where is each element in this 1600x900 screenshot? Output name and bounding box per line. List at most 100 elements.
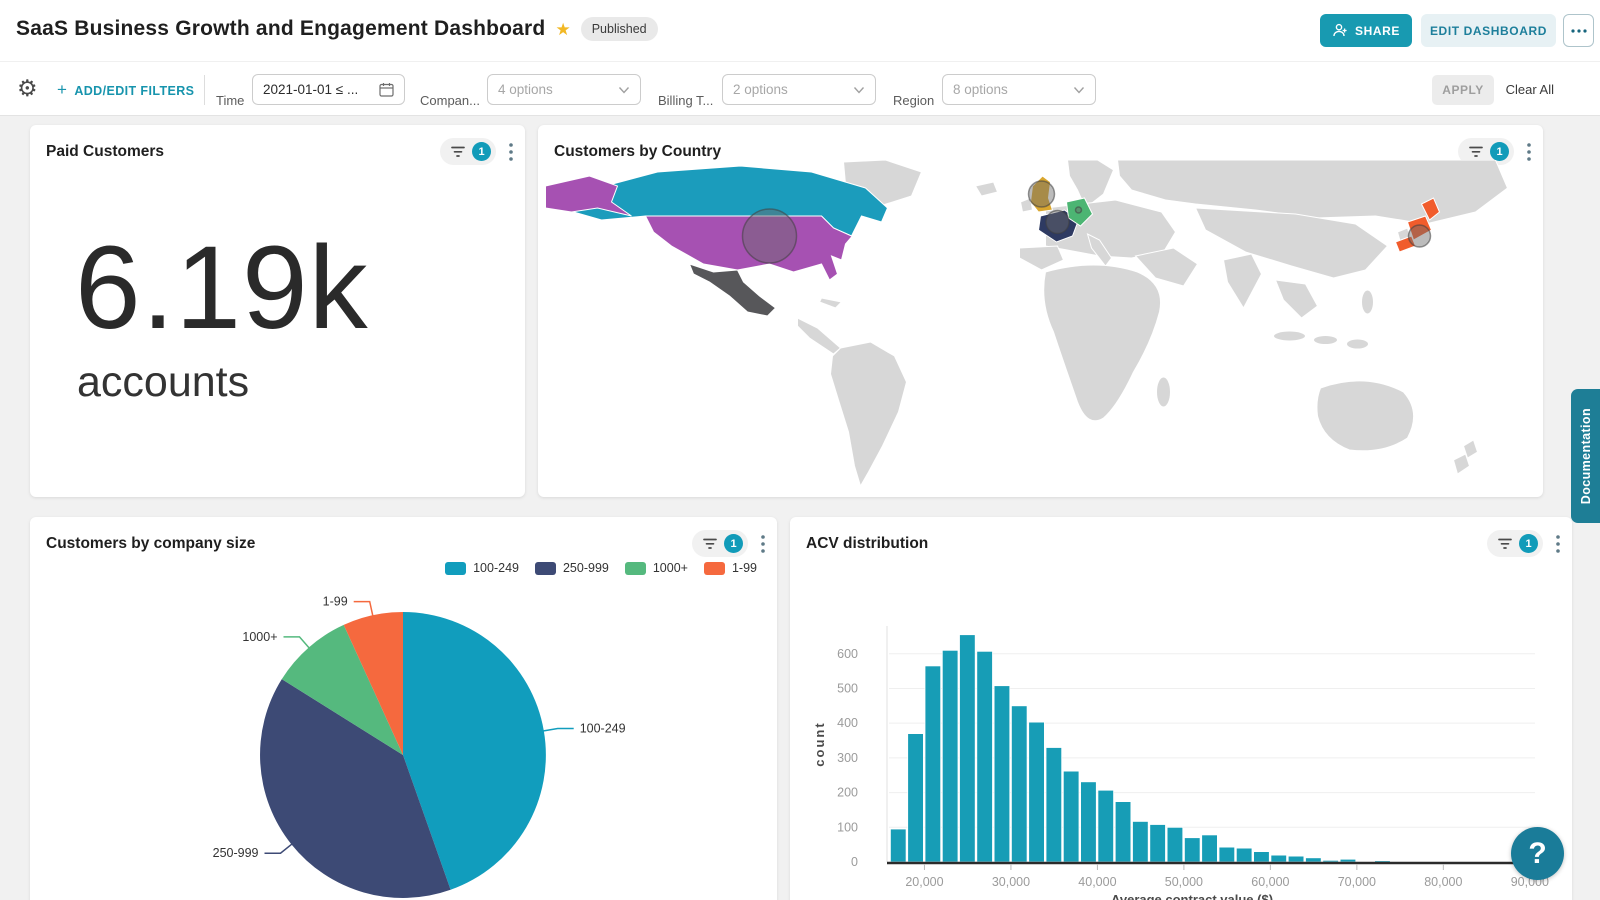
pie-label-250-999: 250-999	[213, 846, 259, 860]
landmass-se-asia	[1276, 280, 1318, 318]
share-person-icon	[1332, 23, 1348, 38]
clear-all-button[interactable]: Clear All	[1506, 82, 1554, 97]
favorite-star-icon[interactable]: ★	[555, 21, 570, 38]
y-axis-title: count	[812, 721, 827, 766]
filter-settings-gear-icon[interactable]: ⚙	[17, 77, 38, 100]
world-map-chart	[538, 160, 1543, 497]
hist-bar[interactable]	[994, 686, 1010, 862]
landmass-iceland	[976, 182, 998, 196]
hist-bar[interactable]	[1098, 790, 1114, 862]
pie-label-1-99: 1-99	[323, 595, 348, 609]
x-axis-title: Average contract value ($)	[1111, 892, 1273, 900]
kebab-menu-icon[interactable]	[1527, 143, 1531, 161]
acv-histogram-chart[interactable]: 010020030040050060020,00030,00040,00050,…	[790, 562, 1572, 900]
hist-bar[interactable]	[1081, 782, 1097, 862]
filter-count-badge: 1	[1490, 142, 1509, 161]
hist-bar[interactable]	[1254, 852, 1270, 862]
y-axis-tick: 500	[837, 681, 858, 695]
kebab-menu-icon[interactable]	[761, 535, 765, 553]
company-size-pie-chart[interactable]: 100-249250-9991000+1-99	[30, 557, 777, 900]
hist-bar[interactable]	[1046, 748, 1062, 863]
map-marker-germany[interactable]	[1076, 207, 1082, 213]
billing-filter-value: 2 options	[733, 82, 788, 97]
edit-dashboard-label: EDIT DASHBOARD	[1430, 24, 1547, 38]
card-title: Customers by company size	[46, 535, 692, 553]
x-axis-tick: 60,000	[1251, 875, 1289, 889]
landmass-russia	[1118, 160, 1508, 224]
edit-dashboard-button[interactable]: EDIT DASHBOARD	[1421, 14, 1556, 47]
page-title: SaaS Business Growth and Engagement Dash…	[16, 17, 545, 41]
plus-icon: +	[57, 80, 67, 100]
hist-bar[interactable]	[977, 651, 993, 862]
country-mexico[interactable]	[690, 264, 776, 316]
map-marker-uk[interactable]	[1029, 181, 1055, 207]
share-button[interactable]: SHARE	[1320, 14, 1412, 47]
hist-bar[interactable]	[890, 829, 906, 862]
hist-bar[interactable]	[1184, 838, 1200, 862]
hist-bar[interactable]	[942, 650, 958, 862]
y-axis-tick: 400	[837, 716, 858, 730]
map-marker-japan[interactable]	[1409, 225, 1431, 247]
company-filter-label: Compan...	[420, 93, 480, 108]
hist-bar[interactable]	[925, 666, 941, 862]
landmass-south-america	[831, 342, 907, 486]
y-axis-tick: 100	[837, 820, 858, 834]
published-status-badge: Published	[581, 17, 658, 41]
hist-bar[interactable]	[1306, 858, 1322, 862]
x-axis-tick: 80,000	[1424, 875, 1462, 889]
filter-funnel-icon	[1469, 146, 1483, 158]
hist-bar[interactable]	[1271, 855, 1287, 862]
customers-by-country-card: Customers by Country 1	[538, 125, 1543, 497]
help-button[interactable]: ?	[1511, 827, 1564, 880]
landmass-madagascar	[1157, 377, 1171, 407]
hist-bar[interactable]	[1011, 706, 1027, 862]
region-filter-value: 8 options	[953, 82, 1008, 97]
widget-filter-button[interactable]: 1	[440, 138, 496, 165]
region-filter-label: Region	[893, 93, 934, 108]
filter-funnel-icon	[451, 146, 465, 158]
time-filter-input[interactable]: 2021-01-01 ≤ ...	[252, 74, 405, 105]
documentation-tab-label: Documentation	[1579, 408, 1593, 504]
hist-bar[interactable]	[1029, 722, 1045, 862]
chevron-down-icon	[618, 86, 630, 94]
hist-bar[interactable]	[908, 734, 924, 862]
kebab-menu-icon[interactable]	[509, 143, 513, 161]
hist-bar[interactable]	[1063, 771, 1079, 862]
apply-button[interactable]: APPLY	[1432, 75, 1494, 105]
more-options-button[interactable]	[1563, 14, 1594, 47]
map-marker-france[interactable]	[1046, 211, 1069, 234]
add-edit-filters-label: ADD/EDIT FILTERS	[74, 84, 194, 98]
hist-bar[interactable]	[1340, 859, 1356, 862]
filter-funnel-icon	[1498, 538, 1512, 550]
card-title: Customers by Country	[554, 143, 1458, 161]
widget-filter-button[interactable]: 1	[1487, 530, 1543, 557]
map-marker-usa[interactable]	[743, 209, 797, 263]
company-filter-dropdown[interactable]: 4 options	[487, 74, 641, 105]
y-axis-tick: 300	[837, 751, 858, 765]
add-edit-filters-button[interactable]: + ADD/EDIT FILTERS	[57, 82, 194, 100]
billing-filter-dropdown[interactable]: 2 options	[722, 74, 876, 105]
hist-bar[interactable]	[1202, 835, 1218, 862]
hist-bar[interactable]	[1150, 825, 1166, 863]
landmass-central-america	[798, 318, 841, 354]
hist-bar[interactable]	[1115, 802, 1131, 862]
chevron-down-icon	[853, 86, 865, 94]
customers-by-company-size-card: Customers by company size 1 100-249250-9…	[30, 517, 777, 900]
acv-distribution-card: ACV distribution 1 010020030040050060020…	[790, 517, 1572, 900]
x-axis-tick: 20,000	[905, 875, 943, 889]
documentation-tab[interactable]: Documentation	[1571, 389, 1600, 523]
widget-filter-button[interactable]: 1	[692, 530, 748, 557]
filter-bar: ⚙ + ADD/EDIT FILTERS Time 2021-01-01 ≤ .…	[0, 61, 1600, 116]
y-axis-tick: 200	[837, 786, 858, 800]
hist-bar[interactable]	[1236, 848, 1252, 862]
hist-bar[interactable]	[1133, 821, 1149, 862]
y-axis-tick: 600	[837, 647, 858, 661]
region-filter-dropdown[interactable]: 8 options	[942, 74, 1096, 105]
hist-bar[interactable]	[1167, 827, 1183, 862]
hist-bar[interactable]	[960, 635, 976, 862]
share-button-label: SHARE	[1355, 24, 1400, 38]
hist-bar[interactable]	[1323, 860, 1339, 862]
hist-bar[interactable]	[1288, 856, 1304, 862]
kebab-menu-icon[interactable]	[1556, 535, 1560, 553]
hist-bar[interactable]	[1219, 847, 1235, 862]
